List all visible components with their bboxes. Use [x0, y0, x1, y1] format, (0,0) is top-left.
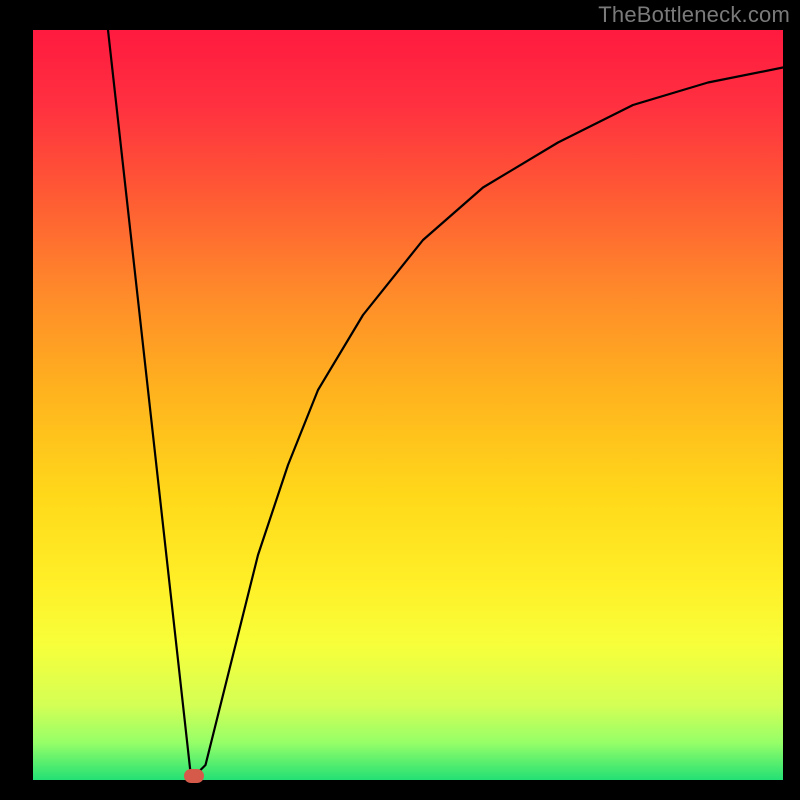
outer-frame: TheBottleneck.com: [0, 0, 800, 800]
curve-layer: [33, 30, 783, 780]
min-point-marker: [184, 769, 204, 783]
attribution-text: TheBottleneck.com: [598, 2, 790, 28]
plot-area: [33, 30, 783, 780]
bottleneck-curve: [108, 30, 783, 773]
